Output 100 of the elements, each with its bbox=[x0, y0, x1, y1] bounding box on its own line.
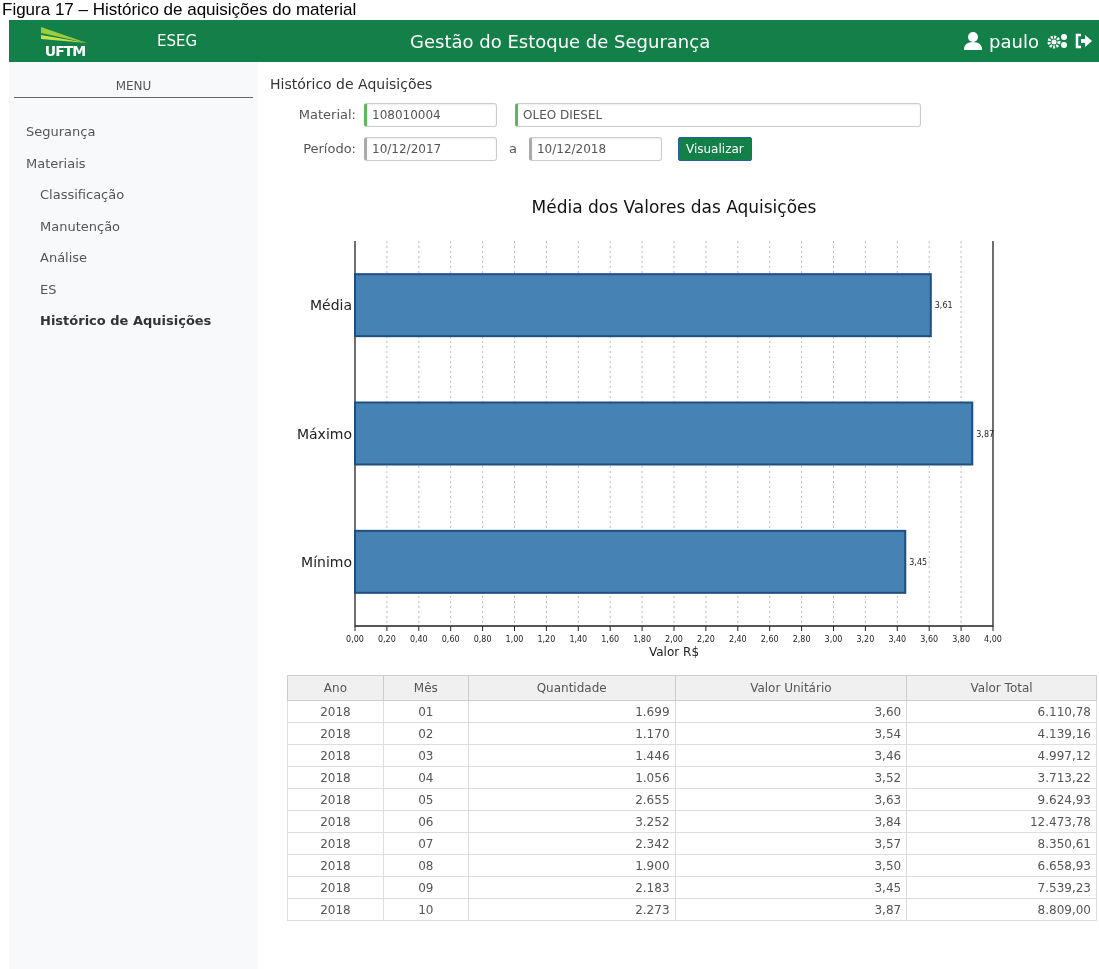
table-cell: 2018 bbox=[287, 744, 384, 767]
input-field[interactable]: OLEO DIESEL bbox=[515, 103, 921, 127]
input-field[interactable]: 10/12/2017 bbox=[364, 137, 497, 161]
tick-label: 4,00 bbox=[984, 635, 1002, 644]
table-cell: 2018 bbox=[287, 722, 384, 745]
sidebar-item[interactable]: Análise bbox=[14, 242, 253, 274]
tick-label: 3,20 bbox=[856, 635, 875, 644]
table-cell: 02 bbox=[383, 722, 469, 745]
tick-label: 0,80 bbox=[473, 635, 492, 644]
table-cell: 2018 bbox=[287, 788, 384, 811]
table-cell: 12.473,78 bbox=[906, 810, 1097, 833]
column-header: Ano bbox=[287, 675, 384, 701]
table-cell: 1.900 bbox=[468, 854, 676, 877]
figure-caption: Figura 17 – Histórico de aquisições do material bbox=[1, 0, 357, 20]
tick-label: 2,00 bbox=[665, 635, 683, 644]
column-header: Valor Total bbox=[906, 675, 1097, 701]
column-header: Valor Unitário bbox=[675, 675, 907, 701]
sidebar-item[interactable]: ES bbox=[14, 273, 253, 305]
category-label: Mínimo bbox=[301, 553, 352, 570]
tick-label: 3,40 bbox=[888, 635, 907, 644]
table-cell: 04 bbox=[383, 766, 469, 789]
user-name[interactable]: paulo bbox=[989, 27, 1039, 55]
table-cell: 4.997,12 bbox=[906, 744, 1097, 767]
sidebar-item[interactable]: Histórico de Aquisições bbox=[14, 305, 253, 337]
axis-title: Valor R$ bbox=[649, 645, 699, 659]
table-cell: 08 bbox=[383, 854, 469, 877]
table-cell: 1.056 bbox=[468, 766, 676, 789]
category-label: Média bbox=[309, 297, 352, 314]
table-cell: 6.110,78 bbox=[906, 700, 1097, 723]
tick-label: 3,80 bbox=[952, 635, 970, 644]
view-button[interactable]: Visualizar bbox=[677, 137, 752, 161]
table-cell: 2.342 bbox=[468, 832, 676, 855]
sidebar-item[interactable]: Materiais bbox=[14, 147, 253, 179]
table-cell: 3.252 bbox=[468, 810, 676, 833]
table-cell: 2.183 bbox=[468, 876, 676, 899]
tick-label: 0,20 bbox=[378, 635, 396, 644]
logout-icon[interactable] bbox=[1075, 33, 1093, 49]
page-title: Histórico de Aquisições bbox=[270, 75, 434, 94]
chart-title: Média dos Valores das Aquisições bbox=[531, 197, 817, 217]
table-cell: 2018 bbox=[287, 766, 384, 789]
tick-label: 0,00 bbox=[346, 635, 364, 644]
tick-label: 3,00 bbox=[824, 635, 843, 644]
table-cell: 2018 bbox=[287, 854, 384, 877]
table-cell: 3,45 bbox=[675, 876, 907, 899]
tick-label: 3,60 bbox=[920, 635, 939, 644]
table-cell: 7.539,23 bbox=[906, 876, 1097, 899]
table-cell: 2018 bbox=[287, 876, 384, 899]
column-header: Mês bbox=[383, 675, 469, 701]
tick-label: 2,20 bbox=[697, 635, 715, 644]
table-cell: 6.658,93 bbox=[906, 854, 1097, 877]
tick-label: 2,40 bbox=[728, 635, 747, 644]
table-cell: 3,57 bbox=[675, 832, 907, 855]
sidebar-item[interactable]: Classificação bbox=[14, 179, 253, 211]
table-cell: 01 bbox=[383, 700, 469, 723]
table-cell: 9.624,93 bbox=[906, 788, 1097, 811]
table-cell: 2.655 bbox=[468, 788, 676, 811]
sidebar-item[interactable]: Segurança bbox=[14, 116, 253, 148]
table-cell: 05 bbox=[383, 788, 469, 811]
settings-icon[interactable] bbox=[1047, 33, 1069, 49]
table-cell: 06 bbox=[383, 810, 469, 833]
column-header: Quantidade bbox=[468, 675, 676, 701]
table-cell: 2018 bbox=[287, 832, 384, 855]
table-cell: 2018 bbox=[287, 700, 384, 723]
category-label: Máximo bbox=[296, 425, 352, 442]
table-cell: 3,52 bbox=[675, 766, 907, 789]
tick-label: 1,80 bbox=[633, 635, 651, 644]
sidebar-item[interactable]: Manutenção bbox=[14, 210, 253, 242]
logo: UFTM bbox=[35, 24, 95, 58]
tick-label: 0,40 bbox=[409, 635, 428, 644]
app-title: Gestão do Estoque de Segurança bbox=[410, 30, 711, 52]
table-cell: 1.170 bbox=[468, 722, 676, 745]
table-cell: 2018 bbox=[287, 810, 384, 833]
tick-label: 1,00 bbox=[505, 635, 524, 644]
table-cell: 3,54 bbox=[675, 722, 907, 745]
table-cell: 8.350,61 bbox=[906, 832, 1097, 855]
field-label: Material: bbox=[297, 106, 356, 125]
table-cell: 4.139,16 bbox=[906, 722, 1097, 745]
tick-label: 2,60 bbox=[760, 635, 779, 644]
tick-label: 1,20 bbox=[537, 635, 556, 644]
table-cell: 03 bbox=[383, 744, 469, 767]
table-cell: 3,46 bbox=[675, 744, 907, 767]
menu-heading: MENU bbox=[14, 77, 253, 98]
input-field[interactable]: 10/12/2018 bbox=[528, 137, 662, 161]
table-cell: 3,60 bbox=[675, 700, 907, 723]
table-cell: 2.273 bbox=[468, 898, 676, 921]
table-cell: 3.713,22 bbox=[906, 766, 1097, 789]
table-cell: 2018 bbox=[287, 898, 384, 921]
tick-label: 0,60 bbox=[441, 635, 460, 644]
tick-label: 1,40 bbox=[569, 635, 588, 644]
table-cell: 10 bbox=[383, 898, 469, 921]
field-label: Período: bbox=[302, 140, 356, 159]
separator-text: a bbox=[509, 140, 517, 159]
table-cell: 3,50 bbox=[675, 854, 907, 877]
input-field[interactable]: 108010004 bbox=[364, 103, 497, 127]
table-cell: 1.446 bbox=[468, 744, 676, 767]
value-label: 3,61 bbox=[934, 301, 953, 311]
table-cell: 09 bbox=[383, 876, 469, 899]
app-name: ESEG bbox=[157, 30, 198, 52]
table-cell: 3,87 bbox=[675, 898, 907, 921]
table-cell: 3,63 bbox=[675, 788, 907, 811]
